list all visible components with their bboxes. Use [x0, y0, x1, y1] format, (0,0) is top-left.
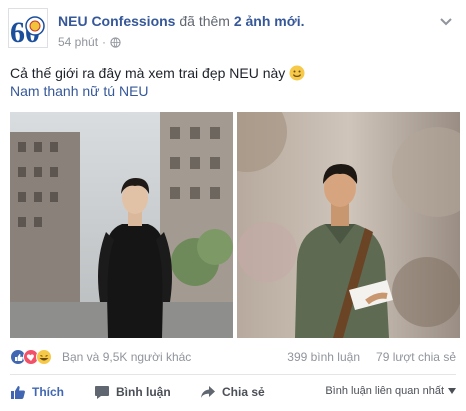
meta-separator: · [102, 35, 107, 49]
post-stats: Bạn và 9,5K người khác 399 bình luận 79 … [10, 346, 456, 368]
post-title-line: NEU Confessions đã thêm 2 ảnh mới. [58, 13, 304, 29]
post-actions-bar: Thích Bình luận Chia sẻ Bình luận liên q… [0, 378, 466, 408]
photo-grid [10, 112, 460, 338]
thumbs-up-icon [11, 386, 25, 399]
share-button[interactable]: Chia sẻ [200, 384, 265, 400]
reactions-icons[interactable] [10, 349, 66, 367]
divider [10, 374, 456, 375]
page-avatar[interactable]: 60 [8, 8, 48, 48]
share-label: Chia sẻ [222, 385, 265, 399]
like-label: Thích [32, 385, 64, 399]
post-header: 60 NEU Confessions đã thêm 2 ảnh mới. 54… [0, 0, 466, 58]
post-meta: 54 phút · [58, 35, 121, 49]
comments-count-link[interactable]: 399 bình luận [287, 350, 360, 364]
post-body: Cả thế giới ra đây mà xem trai đẹp NEU n… [10, 64, 450, 83]
photo-man-black-suit[interactable] [10, 112, 233, 338]
post-action-text: đã thêm [179, 13, 230, 29]
post-timestamp[interactable]: 54 phút [58, 35, 98, 49]
smile-emoji-icon [289, 65, 305, 81]
comment-button[interactable]: Bình luận [94, 384, 171, 400]
shares-count-link[interactable]: 79 lượt chia sẻ [376, 350, 456, 364]
post-text: Cả thế giới ra đây mà xem trai đẹp NEU n… [10, 65, 286, 81]
speech-bubble-icon [95, 386, 109, 399]
comment-label: Bình luận [116, 385, 171, 399]
comment-sort-dropdown[interactable]: Bình luận liên quan nhất [325, 385, 456, 397]
globe-icon[interactable] [110, 36, 121, 48]
chevron-down-icon[interactable] [440, 18, 452, 26]
photo-man-green-polo[interactable] [237, 112, 460, 338]
like-button[interactable]: Thích [10, 384, 64, 400]
hashtag-link[interactable]: Nam thanh nữ tú NEU [10, 83, 149, 99]
comment-sort-label: Bình luận liên quan nhất [325, 385, 444, 397]
page-name-link[interactable]: NEU Confessions [58, 13, 175, 29]
share-arrow-icon [201, 386, 215, 398]
caret-down-icon [448, 388, 456, 394]
reactions-summary[interactable]: Bạn và 9,5K người khác [62, 350, 191, 364]
new-photos-link[interactable]: 2 ảnh mới. [234, 13, 305, 29]
